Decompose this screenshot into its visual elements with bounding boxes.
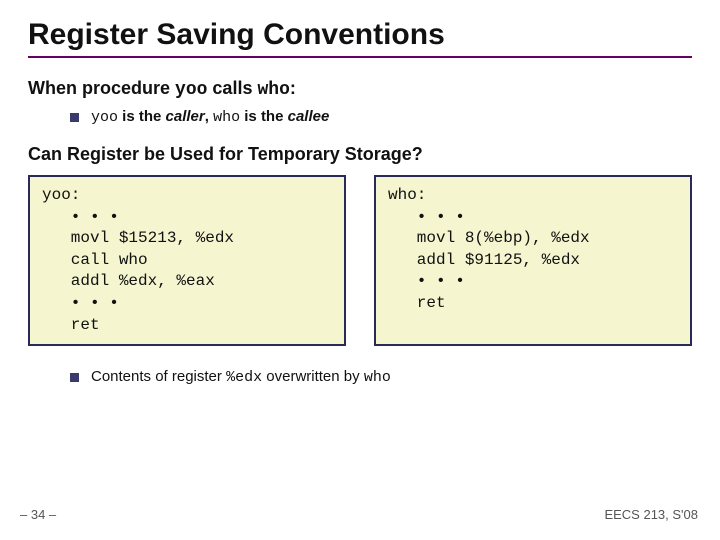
bullet2-t1: Contents of register	[91, 368, 226, 385]
bullet2-t2: overwritten by	[262, 368, 364, 385]
slide-title: Register Saving Conventions	[28, 18, 692, 52]
bullet2-c2: who	[364, 369, 391, 386]
square-bullet-icon	[70, 373, 79, 382]
bullet2-text: Contents of register %edx overwritten by…	[91, 368, 391, 386]
section1-mid: calls	[207, 78, 257, 98]
section1-code1: yoo	[175, 80, 207, 100]
bullet1-t2: ,	[205, 108, 213, 125]
section1-prefix: When procedure	[28, 78, 175, 98]
bullet1-t1: is the	[118, 108, 166, 125]
bullet1-i1: caller	[166, 108, 205, 125]
bullet1-c1: yoo	[91, 109, 118, 126]
title-rule	[28, 56, 692, 58]
bullet1-i2: callee	[288, 108, 330, 125]
section1-suffix: :	[290, 78, 296, 98]
square-bullet-icon	[70, 113, 79, 122]
bullet1-t3: is the	[240, 108, 288, 125]
code-box-yoo: yoo: • • • movl $15213, %edx call who ad…	[28, 175, 346, 346]
section1-code2: who	[257, 80, 289, 100]
bullet1-text: yoo is the caller, who is the callee	[91, 108, 329, 126]
code-box-who: who: • • • movl 8(%ebp), %edx addl $9112…	[374, 175, 692, 346]
course-label: EECS 213, S'08	[604, 507, 698, 522]
section-heading-2: Can Register be Used for Temporary Stora…	[28, 144, 692, 165]
code-box-row: yoo: • • • movl $15213, %edx call who ad…	[28, 175, 692, 346]
bullet2-c1: %edx	[226, 369, 262, 386]
slide-number: – 34 –	[20, 507, 56, 522]
bullet-row-2: Contents of register %edx overwritten by…	[70, 368, 692, 386]
section-heading-1: When procedure yoo calls who:	[28, 78, 692, 100]
bullet-row-1: yoo is the caller, who is the callee	[70, 108, 692, 126]
bullet1-c2: who	[213, 109, 240, 126]
